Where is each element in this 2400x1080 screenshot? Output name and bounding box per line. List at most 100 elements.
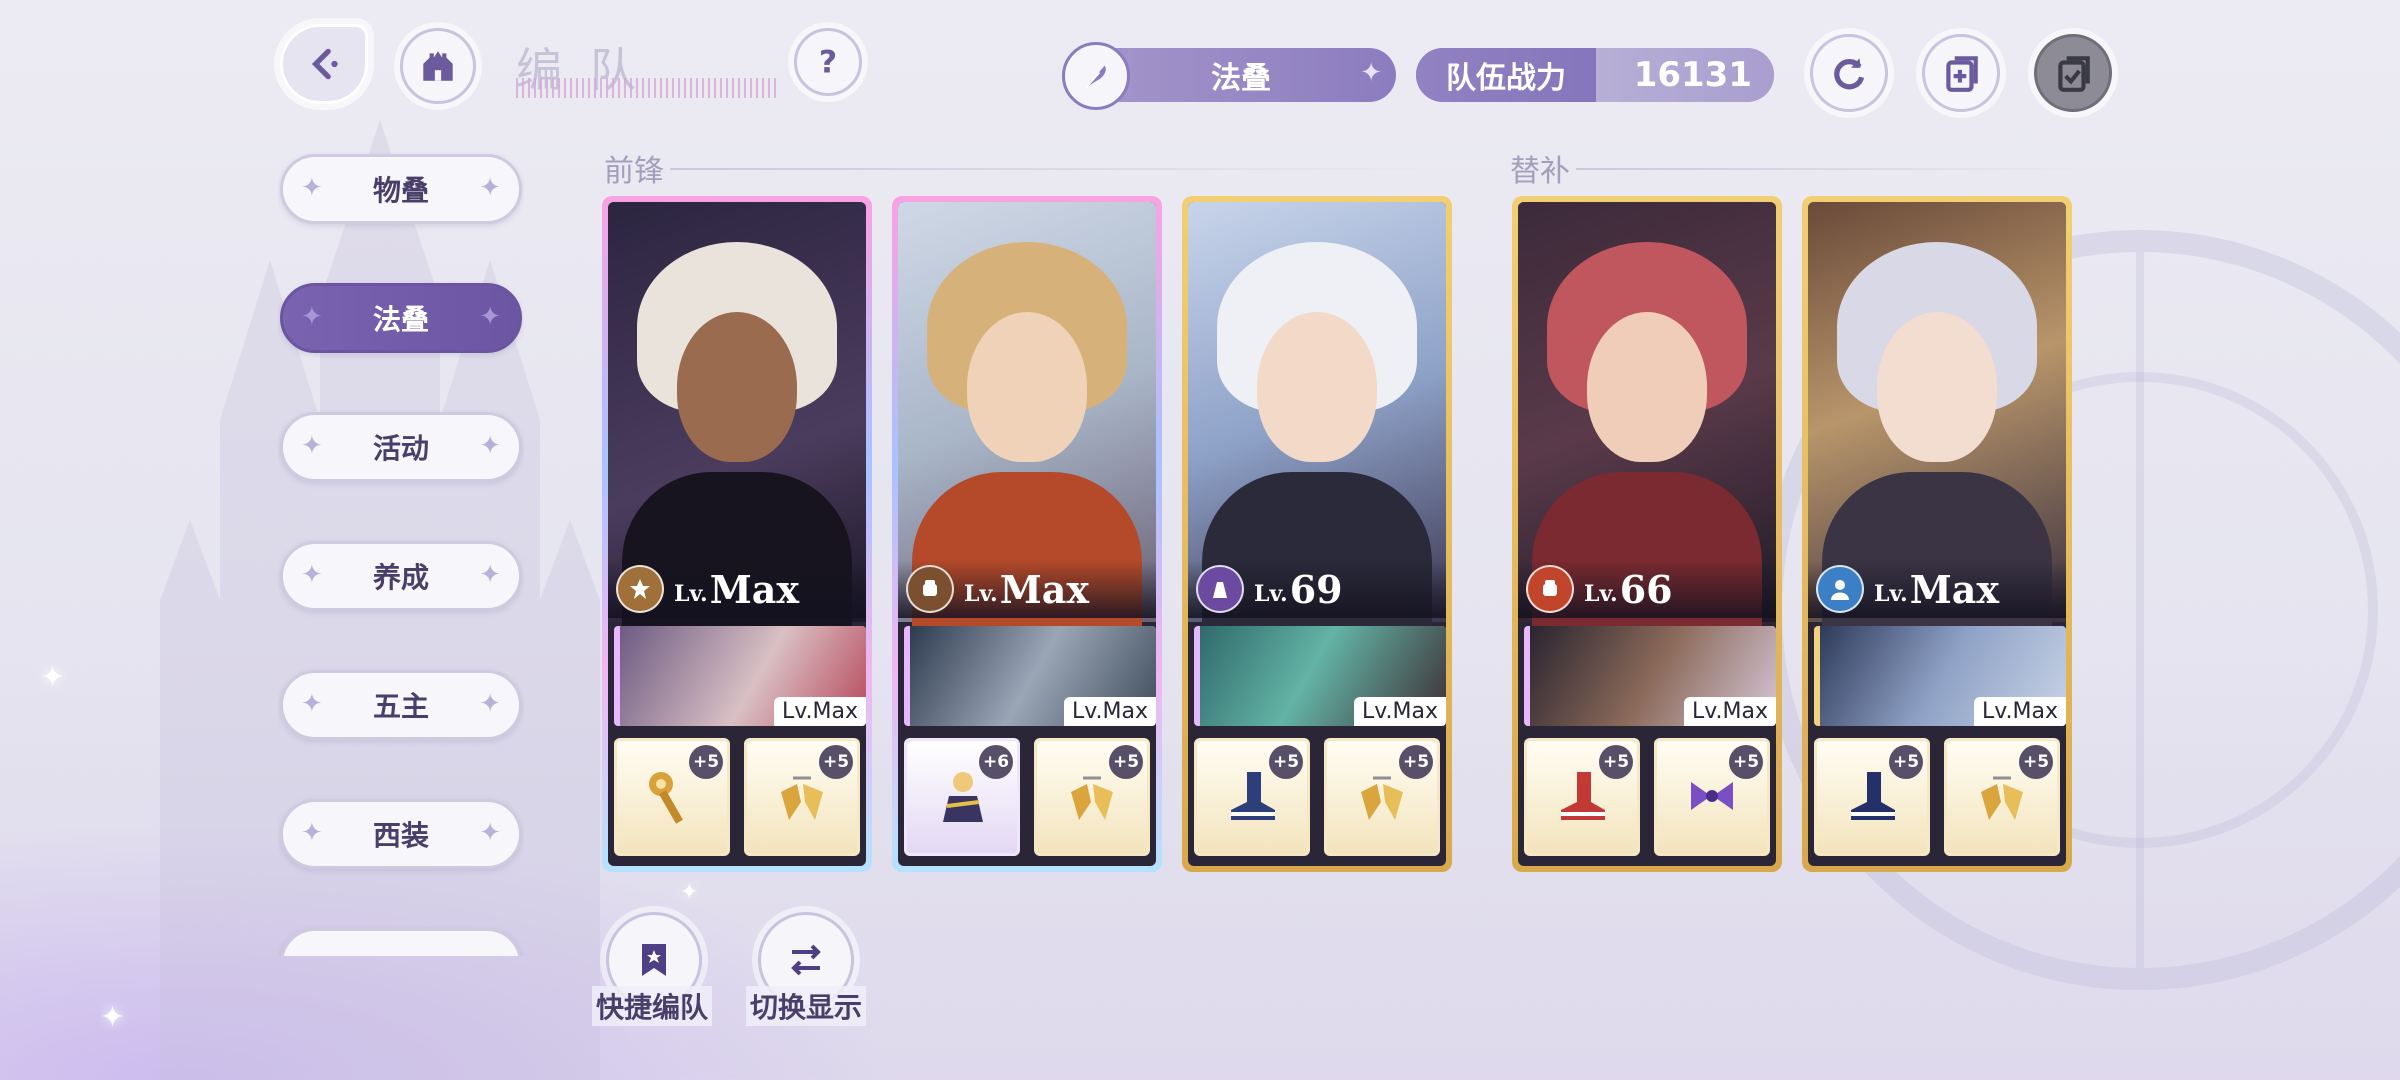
level-prefix: Lv. <box>1874 581 1908 607</box>
team-tab-2[interactable]: ✦ 法叠 ✦ <box>280 283 522 353</box>
section-divider <box>670 168 1450 170</box>
character-portrait <box>608 202 866 632</box>
section-front-label: 前锋 <box>604 154 664 189</box>
team-tab-1[interactable]: ✦ 物叠 ✦ <box>280 154 522 224</box>
team-list[interactable]: ✦ 物叠 ✦ ✦ 法叠 ✦ ✦ 活动 ✦ ✦ 养成 ✦ ✦ 五主 ✦ ✦ 西装 … <box>278 152 524 956</box>
card-body: Lv. 69 Lv.Max +5 +5 <box>1188 202 1446 866</box>
star-icon: ✦ <box>479 302 501 332</box>
checklist-icon <box>2058 56 2090 92</box>
memory-card-level: Lv.Max <box>1063 697 1156 726</box>
card-body: Lv. 66 Lv.Max +5 +5 <box>1518 202 1776 866</box>
star-icon: ✦ <box>479 689 501 719</box>
feather-icon <box>1062 42 1130 110</box>
team-power-value: 16131 <box>1596 48 1774 102</box>
memory-card[interactable]: Lv.Max <box>614 626 866 726</box>
enhance-badge: +5 <box>1599 745 1633 779</box>
class-icon <box>616 565 664 613</box>
equipment-slot[interactable]: +6 <box>904 738 1020 856</box>
team-selector[interactable]: 法叠 ✦ <box>1062 42 1396 110</box>
character-card[interactable]: Lv. Max Lv.Max +6 +5 <box>892 196 1162 872</box>
character-card[interactable]: Lv. 66 Lv.Max +5 +5 <box>1512 196 1782 872</box>
star-icon: ✦ <box>301 302 323 332</box>
level-value: 69 <box>1289 566 1343 612</box>
portrait-face <box>1257 312 1377 462</box>
enhance-badge: +5 <box>1399 745 1433 779</box>
memory-card[interactable]: Lv.Max <box>1814 626 2066 726</box>
help-button[interactable]: ? <box>794 28 862 96</box>
star-icon: ✦ <box>301 560 323 590</box>
class-icon <box>1526 565 1574 613</box>
level-value: Max <box>1909 566 2000 612</box>
equipment-row: +6 +5 <box>904 738 1150 856</box>
memory-card[interactable]: Lv.Max <box>904 626 1156 726</box>
star-icon: ✦ <box>1360 58 1382 88</box>
team-tab-3[interactable]: ✦ 活动 ✦ <box>280 412 522 482</box>
level-prefix: Lv. <box>674 581 708 607</box>
level-prefix: Lv. <box>964 581 998 607</box>
level-value: Max <box>999 566 1090 612</box>
team-power-label: 队伍战力 <box>1416 48 1596 102</box>
character-portrait <box>1808 202 2066 632</box>
sparkle-icon: ✦ <box>100 1000 126 1035</box>
star-icon: ✦ <box>479 560 501 590</box>
equipment-slot[interactable]: +5 <box>1944 738 2060 856</box>
star-icon: ✦ <box>301 431 323 461</box>
team-tab-label: 养成 <box>372 561 429 594</box>
enhance-badge: +6 <box>979 745 1013 779</box>
refresh-icon <box>1834 58 1865 90</box>
equipment-slot[interactable]: +5 <box>614 738 730 856</box>
team-tab-6[interactable]: ✦ 西装 ✦ <box>280 799 522 869</box>
card-body: Lv. Max Lv.Max +5 +5 <box>1808 202 2066 866</box>
quick-formation-label[interactable]: 快捷编队 <box>592 986 713 1026</box>
team-tab-7[interactable] <box>280 928 522 956</box>
portrait-face <box>1877 312 1997 462</box>
team-tab-label: 五主 <box>372 690 429 723</box>
team-tab-label: 法叠 <box>372 303 429 336</box>
enhance-badge: +5 <box>1889 745 1923 779</box>
character-card[interactable]: Lv. Max Lv.Max +5 +5 <box>1802 196 2072 872</box>
equipment-slot[interactable]: +5 <box>1194 738 1310 856</box>
equipment-slot[interactable]: +5 <box>1324 738 1440 856</box>
equipment-slot[interactable]: +5 <box>1654 738 1770 856</box>
team-tab-5[interactable]: ✦ 五主 ✦ <box>280 670 522 740</box>
character-portrait <box>1188 202 1446 632</box>
character-card[interactable]: Lv. 69 Lv.Max +5 +5 <box>1182 196 1452 872</box>
home-button[interactable] <box>400 28 476 104</box>
class-icon <box>1196 565 1244 613</box>
add-team-button[interactable] <box>1922 34 2000 112</box>
equipment-slot[interactable]: +5 <box>744 738 860 856</box>
team-tab-label: 西装 <box>372 819 429 852</box>
title-decoration <box>516 78 776 98</box>
back-button[interactable] <box>280 24 368 104</box>
refresh-button[interactable] <box>1810 34 1888 112</box>
memory-card[interactable]: Lv.Max <box>1194 626 1446 726</box>
star-icon: ✦ <box>479 818 501 848</box>
equipment-slot[interactable]: +5 <box>1814 738 1930 856</box>
level-row: Lv. Max <box>608 560 866 618</box>
svg-text:?: ? <box>819 45 837 81</box>
equipment-slot[interactable]: +5 <box>1034 738 1150 856</box>
confirm-button[interactable] <box>2034 34 2112 112</box>
level-prefix: Lv. <box>1254 581 1288 607</box>
sparkle-icon: ✦ <box>680 880 699 905</box>
team-tab-label: 活动 <box>372 432 429 465</box>
equipment-slot[interactable]: +5 <box>1524 738 1640 856</box>
memory-card-level: Lv.Max <box>1973 697 2066 726</box>
character-card[interactable]: Lv. Max Lv.Max +5 +5 <box>602 196 872 872</box>
memory-card-level: Lv.Max <box>1683 697 1776 726</box>
portrait-face <box>1587 312 1707 462</box>
star-icon: ✦ <box>479 431 501 461</box>
swap-arrows-icon <box>791 944 821 976</box>
memory-card[interactable]: Lv.Max <box>1524 626 1776 726</box>
add-copy-icon <box>1946 56 1978 92</box>
question-mark-icon: ? <box>819 45 837 81</box>
level-value: 66 <box>1619 566 1673 612</box>
memory-card-level: Lv.Max <box>773 697 866 726</box>
equipment-row: +5 +5 <box>1194 738 1440 856</box>
team-tab-4[interactable]: ✦ 养成 ✦ <box>280 541 522 611</box>
enhance-badge: +5 <box>819 745 853 779</box>
enhance-badge: +5 <box>1109 745 1143 779</box>
team-power: 队伍战力 16131 <box>1416 48 1774 102</box>
toggle-display-label[interactable]: 切换显示 <box>746 986 867 1026</box>
portrait-face <box>677 312 797 462</box>
